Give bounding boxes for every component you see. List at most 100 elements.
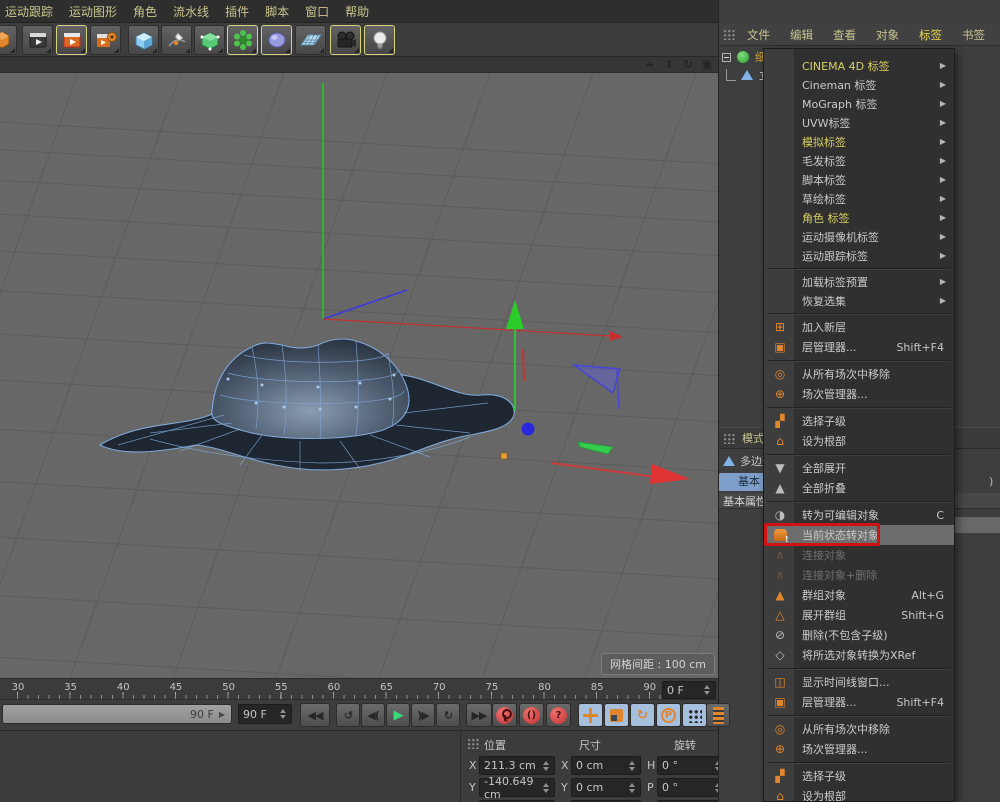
menu-command-6-1[interactable]: ⊕场次管理器... [764, 739, 954, 759]
range-handle-icon[interactable]: ▶ [219, 710, 225, 719]
record-keyframe-button[interactable] [492, 703, 517, 727]
record-rotation-button[interactable]: ↻ [630, 703, 655, 727]
menu-command-0-1[interactable]: ▣层管理器...Shift+F4 [764, 337, 954, 357]
record-parameter-button[interactable]: P [656, 703, 681, 727]
menu-command-4-5[interactable]: △展开群组Shift+G [764, 605, 954, 625]
menu-item-tag-category-0[interactable]: CINEMA 4D 标签▶ [764, 56, 954, 75]
position-field[interactable]: -140.649 cm [479, 778, 555, 797]
menu-command-4-7[interactable]: ◇将所选对象转换为XRef [764, 645, 954, 665]
menu-item-tag-category-5[interactable]: 毛发标签▶ [764, 151, 954, 170]
go-to-end-button[interactable]: ▶▶ [466, 703, 492, 727]
go-to-start-button[interactable]: ◀◀ [300, 703, 330, 727]
toolbar-subdivision-surface-button[interactable] [194, 25, 225, 55]
menu-command-4-2[interactable]: ∧连接对象 [764, 545, 954, 565]
keyframe-help-button[interactable]: ? [546, 703, 571, 727]
menu-command-2-0[interactable]: ▞选择子级 [764, 411, 954, 431]
plane-handle-green[interactable] [578, 442, 613, 454]
menu-command-7-1[interactable]: ⌂设为根部 [764, 786, 954, 802]
play-button[interactable]: ▶ [386, 703, 410, 727]
toolbar-generator-button[interactable] [227, 25, 258, 55]
y-axis-arrow[interactable] [506, 300, 524, 329]
stepper-icon[interactable] [629, 761, 636, 771]
autokey-button[interactable]: () [519, 703, 544, 727]
loop-button[interactable]: ↻ [436, 703, 460, 727]
toolbar-camera-button[interactable] [330, 25, 361, 55]
toolbar-primitive-cube-button[interactable] [128, 25, 159, 55]
menu-command-6-0[interactable]: ◎从所有场次中移除 [764, 719, 954, 739]
om-menu-2[interactable]: 查看 [824, 27, 865, 43]
end-frame-field[interactable]: 0 F [662, 681, 716, 699]
panel-handle-icon[interactable] [467, 738, 480, 749]
menu-item-preset-0[interactable]: 加载标签预置▶ [764, 272, 954, 291]
maximize-view-icon[interactable]: ▣ [700, 58, 714, 72]
timeline-layout-button[interactable] [706, 703, 730, 727]
collapse-icon[interactable] [722, 53, 731, 62]
menu-item-preset-1[interactable]: 恢复选集▶ [764, 291, 954, 310]
menubar-item-6[interactable]: 窗口 [297, 3, 337, 20]
menubar-item-1[interactable]: 运动图形 [61, 3, 125, 20]
play-backwards-button[interactable]: ↺ [336, 703, 360, 727]
menubar-item-3[interactable]: 流水线 [165, 3, 217, 20]
rotate-view-icon[interactable]: ↻ [681, 58, 695, 72]
menubar-item-2[interactable]: 角色 [125, 3, 165, 20]
selected-vertex[interactable] [501, 453, 507, 459]
toolbar-metaball-button[interactable] [261, 25, 292, 55]
menubar-item-0[interactable]: 运动跟踪 [0, 3, 61, 20]
stepper-icon[interactable] [280, 709, 287, 719]
menu-command-4-0[interactable]: ◑转为可编辑对象C [764, 505, 954, 525]
stepper-icon[interactable] [543, 783, 550, 793]
hat-mesh-object[interactable] [100, 339, 514, 471]
viewport-canvas[interactable]: 网格间距 : 100 cm [0, 73, 718, 678]
toolbar-spline-pen-button[interactable] [161, 25, 192, 55]
rotation-field[interactable]: 0 ° [657, 756, 727, 775]
menubar-item-5[interactable]: 脚本 [257, 3, 297, 20]
om-menu-5[interactable]: 书签 [953, 27, 994, 43]
menu-command-0-0[interactable]: ⊞加入新层 [764, 317, 954, 337]
menu-command-3-1[interactable]: ▲全部折叠 [764, 478, 954, 498]
om-menu-0[interactable]: 文件 [738, 27, 779, 43]
pan-view-icon[interactable]: + [643, 58, 657, 72]
menu-item-tag-category-9[interactable]: 运动摄像机标签▶ [764, 227, 954, 246]
toolbar-motion-clip-button[interactable] [22, 25, 53, 55]
plane-handle-blue[interactable] [574, 365, 620, 393]
menu-command-4-3[interactable]: ∧连接对象+删除 [764, 565, 954, 585]
menu-item-tag-category-1[interactable]: Cineman 标签▶ [764, 75, 954, 94]
om-menu-1[interactable]: 编辑 [781, 27, 822, 43]
record-position-button[interactable] [578, 703, 603, 727]
menu-command-3-0[interactable]: ▼全部展开 [764, 458, 954, 478]
stepper-icon[interactable] [704, 685, 711, 695]
menu-command-7-0[interactable]: ▞选择子级 [764, 766, 954, 786]
toolbar-move-cube-tool-button[interactable] [0, 25, 17, 55]
menu-item-tag-category-6[interactable]: 脚本标签▶ [764, 170, 954, 189]
menu-command-4-4[interactable]: ▲群组对象Alt+G [764, 585, 954, 605]
toolbar-motion-system-button[interactable] [90, 25, 121, 55]
position-field[interactable]: 211.3 cm [479, 756, 555, 775]
transform-gizmo[interactable] [501, 300, 690, 484]
menu-command-1-1[interactable]: ⊕场次管理器... [764, 384, 954, 404]
mode-label[interactable]: 模式 [742, 430, 764, 446]
menu-item-tag-category-10[interactable]: 运动跟踪标签▶ [764, 246, 954, 265]
stepper-icon[interactable] [629, 783, 636, 793]
menu-item-tag-category-2[interactable]: MoGraph 标签▶ [764, 94, 954, 113]
panel-handle-icon[interactable] [723, 29, 736, 40]
stepper-icon[interactable] [543, 761, 550, 771]
om-menu-3[interactable]: 对象 [867, 27, 908, 43]
menu-command-4-1[interactable]: 当前状态转对象 [764, 525, 954, 545]
rotation-field[interactable]: 0 ° [657, 778, 727, 797]
toolbar-light-button[interactable] [364, 25, 395, 55]
next-frame-button[interactable]: )▶ [411, 703, 435, 727]
menubar-item-7[interactable]: 帮助 [337, 3, 377, 20]
current-frame-field[interactable]: 90 F [238, 704, 292, 724]
previous-frame-button[interactable]: ◀( [361, 703, 385, 727]
menu-item-tag-category-3[interactable]: UVW标签▶ [764, 113, 954, 132]
x-axis-arrow[interactable] [650, 464, 690, 484]
menu-command-4-6[interactable]: ⊘删除(不包含子级) [764, 625, 954, 645]
menu-command-5-0[interactable]: ◫显示时间线窗口... [764, 672, 954, 692]
z-axis-handle[interactable] [522, 423, 535, 436]
timeline-range-slider[interactable]: 90 F▶ [2, 704, 232, 724]
menu-command-5-1[interactable]: ▣层管理器...Shift+F4 [764, 692, 954, 712]
size-field[interactable]: 0 cm [571, 756, 641, 775]
menu-command-1-0[interactable]: ◎从所有场次中移除 [764, 364, 954, 384]
toolbar-motion-clip-active-button[interactable] [56, 25, 87, 55]
om-menu-4[interactable]: 标签 [910, 27, 951, 43]
